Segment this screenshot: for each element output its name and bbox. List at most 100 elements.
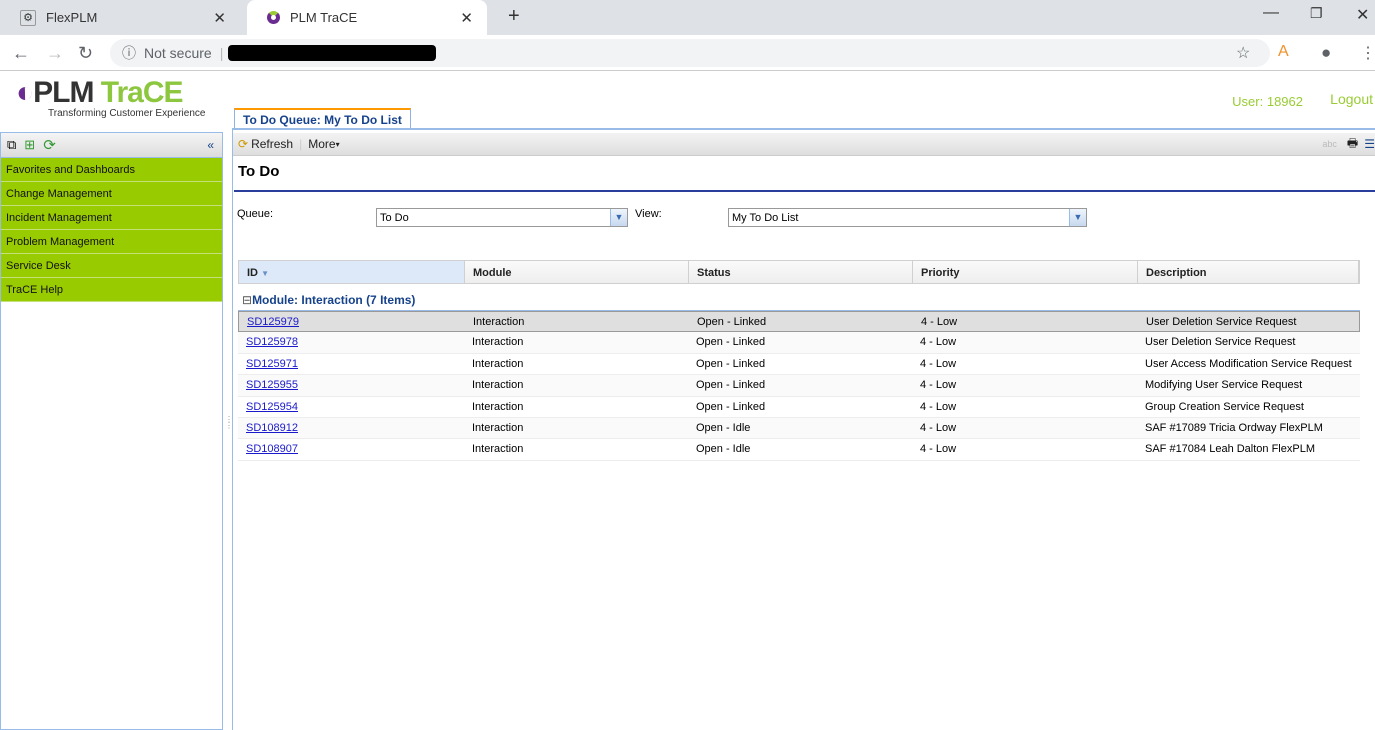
list-icon[interactable]: ☰ (1364, 137, 1375, 151)
chevron-down-icon[interactable]: ▼ (610, 209, 627, 226)
close-tab-icon[interactable]: ✕ (460, 9, 473, 27)
cell-priority: 4 - Low (912, 332, 1137, 352)
record-id-link[interactable]: SD125978 (246, 336, 298, 348)
cell-status: Open - Linked (688, 332, 912, 352)
table-row[interactable]: SD125979 Interaction Open - Linked 4 - Low U… (238, 311, 1360, 333)
column-header-description[interactable]: Description (1138, 261, 1359, 283)
forward-icon[interactable]: → (46, 43, 64, 64)
title-divider (234, 190, 1375, 192)
cell-text: User Access Modification Service Request (1145, 357, 1352, 370)
cell-text: Interaction (472, 357, 524, 370)
cell-text: Interaction (472, 379, 524, 392)
cell-id: SD125954 (238, 397, 464, 417)
cell-text: Open - Linked (696, 336, 766, 349)
collapse-group-icon[interactable]: ⊟ (242, 293, 252, 307)
restore-button[interactable]: ❐ (1310, 5, 1323, 22)
cell-text: 4 - Low (920, 379, 957, 392)
close-tab-icon[interactable]: ✕ (213, 9, 226, 27)
cell-text: Open - Idle (696, 421, 751, 434)
record-id-link[interactable]: SD125954 (246, 401, 298, 413)
grid-header: ID ▼ Module Status Priority Description (238, 260, 1360, 284)
record-id-link[interactable]: SD125979 (247, 316, 299, 328)
table-row[interactable]: SD125955 Interaction Open - Linked 4 - Low M… (238, 375, 1360, 397)
bookmark-star-icon[interactable]: ☆ (1236, 43, 1250, 63)
cell-text: Modifying User Service Request (1145, 379, 1303, 392)
info-icon: ⓘ (122, 45, 136, 61)
cell-status: Open - Linked (689, 312, 913, 331)
trace-logo-icon (267, 11, 280, 24)
gear-icon: ⚙ (20, 9, 36, 26)
close-window-button[interactable]: ✕ (1356, 5, 1369, 25)
sidebar-item-favorites[interactable]: Favorites and Dashboards (1, 158, 222, 182)
logout-link[interactable]: Logout (1330, 91, 1373, 107)
queue-select[interactable]: To Do ▼ (376, 208, 628, 227)
minimize-button[interactable]: — (1263, 4, 1279, 22)
add-favorite-icon[interactable]: ⊞ (24, 137, 35, 153)
table-row[interactable]: SD125954 Interaction Open - Linked 4 - Low G… (238, 397, 1360, 418)
print-icon[interactable]: 🖶 (1347, 134, 1358, 155)
browser-tab-flexplm[interactable]: ⚙ FlexPLM ✕ (0, 0, 240, 35)
table-row[interactable]: SD108912 Interaction Open - Idle 4 - Low SAF… (238, 417, 1360, 440)
table-row[interactable]: SD125978 Interaction Open - Linked 4 - Low U… (238, 332, 1360, 354)
sidebar-item-service-desk[interactable]: Service Desk (1, 254, 222, 278)
sidebar-item-problem-management[interactable]: Problem Management (1, 230, 222, 254)
back-icon[interactable]: ← (12, 43, 30, 64)
table-row[interactable]: SD125971 Interaction Open - Linked 4 - Low U… (238, 354, 1360, 376)
record-id-link[interactable]: SD108912 (246, 422, 298, 434)
table-row[interactable]: SD108907 Interaction Open - Idle 4 - Low SAF… (238, 439, 1360, 461)
cell-text: User Deletion Service Request (1146, 316, 1297, 328)
cell-text: Open - Idle (696, 443, 751, 456)
cell-id: SD125979 (239, 312, 465, 331)
spellcheck-icon[interactable]: abc (1322, 139, 1337, 149)
tab-todo-queue[interactable]: To Do Queue: My To Do List (234, 108, 411, 130)
column-header-status[interactable]: Status (689, 261, 913, 283)
sidebar-item-change-management[interactable]: Change Management (1, 182, 222, 206)
menu-icon[interactable]: ⋮ (1360, 43, 1375, 63)
column-header-priority[interactable]: Priority (913, 261, 1138, 283)
collapse-icon[interactable]: « (207, 138, 214, 152)
sidebar-item-trace-help[interactable]: TraCE Help (1, 278, 222, 302)
profile-icon[interactable]: ● (1321, 43, 1331, 63)
cell-priority: 4 - Low (913, 312, 1138, 331)
cell-text: 4 - Low (920, 421, 957, 434)
record-id-link[interactable]: SD125971 (246, 358, 298, 370)
cell-priority: 4 - Low (912, 439, 1137, 459)
browser-tabstrip: ⚙ FlexPLM ✕ PLM TraCE ✕ + — ❐ ✕ (0, 0, 1375, 35)
cell-id: SD108912 (238, 418, 464, 438)
cell-text: Interaction (472, 400, 524, 413)
open-window-icon[interactable]: ⧉ (7, 137, 16, 153)
redacted-url (228, 45, 436, 61)
cell-id: SD125971 (238, 354, 464, 374)
tab-title: FlexPLM (46, 10, 98, 25)
view-select[interactable]: My To Do List ▼ (728, 208, 1087, 227)
cell-priority: 4 - Low (912, 375, 1137, 395)
more-button[interactable]: More (308, 137, 335, 151)
cell-text: Interaction (472, 336, 524, 349)
tab-title: PLM TraCE (290, 10, 358, 25)
cell-text: Open - Linked (697, 316, 767, 328)
queue-value: To Do (380, 212, 409, 224)
main-toolbar: ⟳ Refresh | More ▾ abc 🖶 ☰ (233, 133, 1375, 156)
cell-description: User Deletion Service Request (1137, 332, 1358, 352)
cell-text: 4 - Low (921, 316, 958, 328)
new-tab-button[interactable]: + (508, 5, 520, 28)
cell-description: Group Creation Service Request (1137, 397, 1358, 417)
reload-icon[interactable]: ↻ (78, 43, 93, 64)
refresh-icon[interactable]: ⟳ (43, 136, 56, 154)
sidebar-splitter[interactable]: ⋮ ⋮ (223, 132, 233, 730)
cell-status: Open - Linked (688, 375, 912, 395)
address-bar-row: ← → ↻ ⓘ Not secure | ☆ A ● ⋮ (0, 35, 1375, 71)
refresh-icon: ⟳ (238, 137, 249, 151)
sidebar-item-incident-management[interactable]: Incident Management (1, 206, 222, 230)
refresh-button[interactable]: Refresh (251, 137, 293, 151)
browser-tab-plm-trace[interactable]: PLM TraCE ✕ (247, 0, 487, 35)
column-header-id[interactable]: ID ▼ (239, 261, 465, 283)
record-id-link[interactable]: SD108907 (246, 443, 298, 455)
cell-module: Interaction (464, 354, 688, 374)
extension-icon[interactable]: A (1278, 43, 1289, 61)
group-header[interactable]: ⊟Module: Interaction (7 Items) (238, 284, 1360, 311)
chevron-down-icon[interactable]: ▼ (1069, 209, 1086, 226)
record-id-link[interactable]: SD125955 (246, 379, 298, 391)
sidebar-toolbar: ⧉ ⊞ ⟳ « (1, 133, 222, 158)
column-header-module[interactable]: Module (465, 261, 689, 283)
